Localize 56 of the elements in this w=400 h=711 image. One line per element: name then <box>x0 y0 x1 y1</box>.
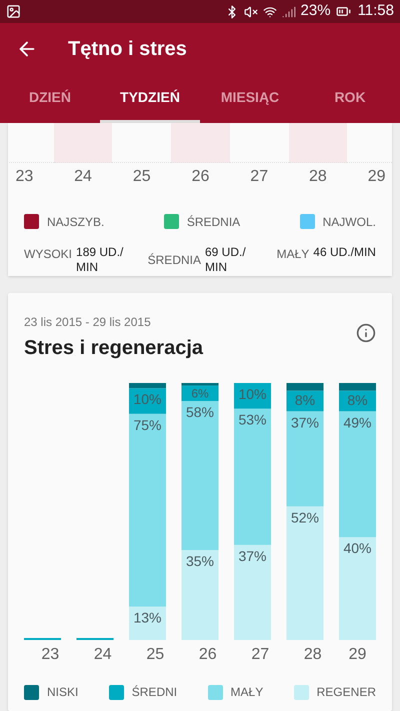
axis-label: 26 <box>198 645 217 665</box>
value-label: 58% <box>186 404 214 420</box>
battery-percent: 23% <box>300 1 331 22</box>
stat-label: MAŁY <box>276 246 310 263</box>
legend-label: ŚREDNIA <box>186 214 240 231</box>
axis-label: 24 <box>94 645 112 665</box>
screen-title: Tętno i stres <box>68 36 187 62</box>
legend-label: ŚREDNI <box>132 684 178 701</box>
mute-icon <box>244 4 258 18</box>
value-label: 10% <box>133 391 162 408</box>
battery-icon <box>336 4 351 19</box>
stat-value: 69 UD./MIN <box>204 244 247 275</box>
date-range: 23 lis 2015 - 29 lis 2015 <box>24 314 152 331</box>
value-label: 35% <box>186 553 214 570</box>
axis-label: 27 <box>251 645 270 665</box>
value-label: 49% <box>343 414 372 430</box>
axis-label: 29 <box>348 645 366 665</box>
value-label: 40% <box>343 540 372 556</box>
tab[interactable]: MIESIĄC <box>200 74 300 123</box>
value-label: 13% <box>133 610 162 626</box>
axis-label: 27 <box>250 166 268 187</box>
tab[interactable]: DZIEŃ <box>0 74 100 123</box>
value-label: 75% <box>133 416 162 433</box>
legend-label: NISKI <box>47 684 78 701</box>
axis-label: 23 <box>15 166 34 187</box>
stat-value: 46 UD./MIN <box>313 244 376 260</box>
value-label: 37% <box>238 548 267 564</box>
stat-value: 189 UD./MIN <box>76 244 124 275</box>
stat-label: ŚREDNIA <box>148 252 201 269</box>
signal-icon <box>282 4 296 18</box>
value-label: 37% <box>290 414 320 430</box>
value-label: 8% <box>294 392 316 408</box>
legend-label: REGENER <box>316 684 376 701</box>
card-title: Stres i regeneracja <box>24 336 203 361</box>
axis-label: 25 <box>146 645 164 665</box>
legend-label: NAJSZYB. <box>47 214 104 231</box>
value-label: 6% <box>191 386 209 400</box>
value-label: 52% <box>290 509 320 526</box>
axis-label: 23 <box>41 645 60 665</box>
value-label: 10% <box>238 386 267 402</box>
stat-label: WYSOKI <box>24 246 72 263</box>
axis-label: 26 <box>192 166 210 187</box>
axis-label: 28 <box>304 645 322 665</box>
legend-label: NAJWOL. <box>322 214 376 231</box>
axis-label: 25 <box>132 166 151 187</box>
legend-label: MAŁY <box>230 684 264 701</box>
axis-label: 24 <box>74 166 92 187</box>
wifi-icon <box>262 4 277 18</box>
image-icon <box>6 4 21 19</box>
tab[interactable]: ROK <box>300 74 400 123</box>
axis-label: 29 <box>368 166 386 187</box>
value-label: 8% <box>347 392 368 408</box>
value-label: 53% <box>238 412 267 428</box>
axis-label: 28 <box>309 166 327 187</box>
info-icon[interactable] <box>356 323 376 343</box>
clock: 11:58 <box>358 1 394 22</box>
